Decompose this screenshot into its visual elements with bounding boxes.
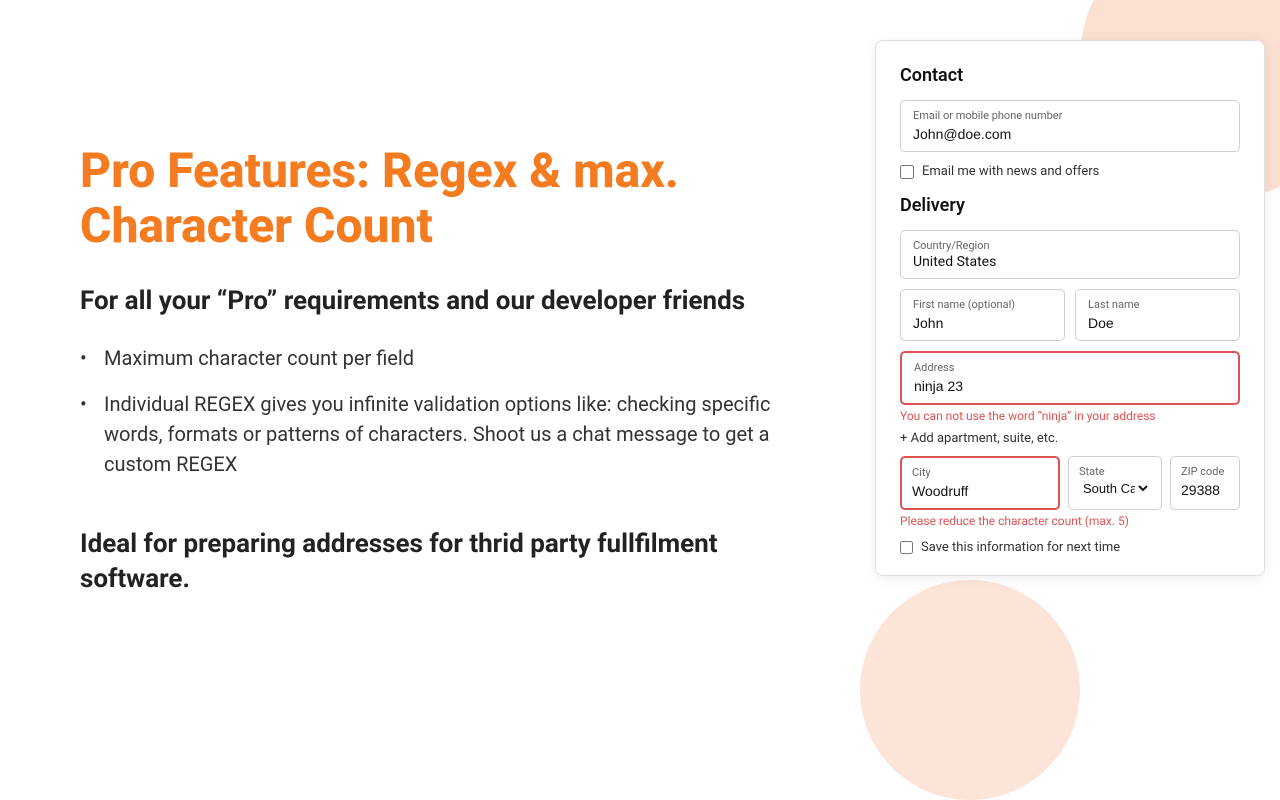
save-row: Save this information for next time [900,540,1240,555]
contact-section-title: Contact [900,65,1240,86]
email-input[interactable] [913,126,1227,142]
add-apt-link[interactable]: + Add apartment, suite, etc. [900,431,1240,446]
address-field-wrap: Address [900,351,1240,405]
country-field: Country/Region United States [900,230,1240,279]
last-name-input[interactable] [1088,315,1227,331]
left-panel: Pro Features: Regex & max. Character Cou… [0,0,860,720]
first-name-field: First name (optional) [900,289,1065,341]
city-field: City [900,456,1060,510]
form-card: Contact Email or mobile phone number Ema… [875,40,1265,576]
email-group: Email or mobile phone number [900,100,1240,152]
state-field: State South Carolina [1068,456,1162,510]
bullet-item-1: Maximum character count per field [80,343,800,373]
delivery-section-title: Delivery [900,195,1240,216]
ideal-text: Ideal for preparing addresses for thrid … [80,527,800,597]
bullet-list: Maximum character count per field Indivi… [80,343,800,495]
bullet-item-2: Individual REGEX gives you infinite vali… [80,389,800,479]
email-checkbox[interactable] [900,165,914,179]
first-name-input[interactable] [913,315,1052,331]
email-checkbox-row: Email me with news and offers [900,164,1240,179]
save-checkbox-label: Save this information for next time [921,540,1120,555]
state-select[interactable]: South Carolina [1079,480,1151,497]
last-name-field: Last name [1075,289,1240,341]
city-input[interactable] [912,483,1048,499]
email-label: Email or mobile phone number [913,109,1227,122]
page-layout: Pro Features: Regex & max. Character Cou… [0,0,1280,720]
city-state-zip-row: City State South Carolina ZIP code [900,456,1240,510]
subtitle: For all your “Pro” requirements and our … [80,285,800,319]
state-label: State [1079,465,1151,478]
email-checkbox-label: Email me with news and offers [922,164,1099,179]
right-panel: Contact Email or mobile phone number Ema… [860,0,1280,720]
name-row: First name (optional) Last name [900,289,1240,341]
city-label: City [912,466,1048,479]
address-label: Address [914,361,1226,374]
last-name-label: Last name [1088,298,1227,311]
country-value: United States [913,254,1227,270]
country-label: Country/Region [913,239,1227,252]
first-name-label: First name (optional) [913,298,1052,311]
address-input[interactable] [914,378,1226,394]
email-field-wrap: Email or mobile phone number [900,100,1240,152]
page-title: Pro Features: Regex & max. Character Cou… [80,143,800,253]
delivery-section: Delivery Country/Region United States Fi… [900,195,1240,555]
zip-label: ZIP code [1181,465,1229,478]
save-checkbox[interactable] [900,541,913,554]
address-error: You can not use the word “ninja” in your… [900,409,1240,423]
zip-field: ZIP code [1170,456,1240,510]
zip-input[interactable] [1181,482,1229,498]
city-error: Please reduce the character count (max. … [900,514,1240,528]
